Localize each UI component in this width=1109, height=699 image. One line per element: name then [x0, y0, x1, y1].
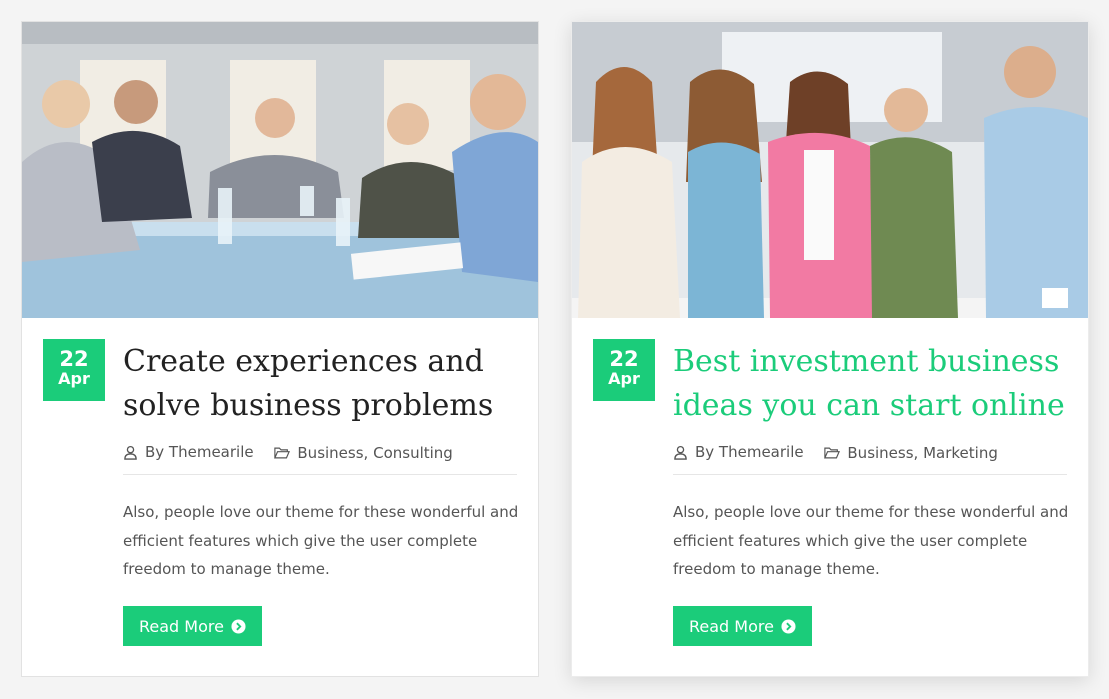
- post-date-day: 22: [59, 347, 89, 371]
- post-author[interactable]: By Themearile: [673, 440, 804, 464]
- read-more-button[interactable]: Read More: [123, 606, 262, 646]
- arrow-circle-right-icon: [781, 618, 796, 634]
- post-categories: Business, Consulting: [274, 441, 453, 465]
- post-author[interactable]: By Themearile: [123, 440, 254, 464]
- post-title[interactable]: Create experiences and solve business pr…: [123, 340, 523, 428]
- read-more-button[interactable]: Read More: [673, 606, 812, 646]
- post-meta: By Themearile Business, Consulting: [123, 440, 517, 475]
- post-excerpt: Also, people love our theme for these wo…: [123, 503, 519, 578]
- user-icon: [674, 445, 687, 460]
- read-more-label: Read More: [139, 616, 224, 636]
- blog-card: 22 Apr Best investment business ideas yo…: [571, 21, 1089, 677]
- folder-icon: [274, 447, 291, 458]
- post-title[interactable]: Best investment business ideas you can s…: [673, 340, 1073, 428]
- post-date-month: Apr: [608, 369, 640, 388]
- post-date-badge: 22 Apr: [593, 339, 655, 401]
- category-link[interactable]: Business: [297, 441, 363, 465]
- post-image-business-meeting[interactable]: [22, 22, 538, 318]
- post-excerpt: Also, people love our theme for these wo…: [673, 503, 1069, 578]
- post-categories: Business, Marketing: [824, 441, 998, 465]
- arrow-circle-right-icon: [231, 618, 246, 634]
- post-image-young-team[interactable]: [572, 22, 1088, 318]
- read-more-label: Read More: [689, 616, 774, 636]
- category-link[interactable]: Consulting: [373, 441, 453, 465]
- post-date-month: Apr: [58, 369, 90, 388]
- post-author-label: By Themearile: [695, 443, 804, 461]
- folder-icon: [824, 447, 841, 458]
- category-link[interactable]: Business: [847, 441, 913, 465]
- post-meta: By Themearile Business, Marketing: [673, 440, 1067, 475]
- post-date-badge: 22 Apr: [43, 339, 105, 401]
- post-date-day: 22: [609, 347, 639, 371]
- user-icon: [124, 445, 137, 460]
- blog-card: 22 Apr Create experiences and solve busi…: [21, 21, 539, 677]
- category-link[interactable]: Marketing: [923, 441, 998, 465]
- post-author-label: By Themearile: [145, 443, 254, 461]
